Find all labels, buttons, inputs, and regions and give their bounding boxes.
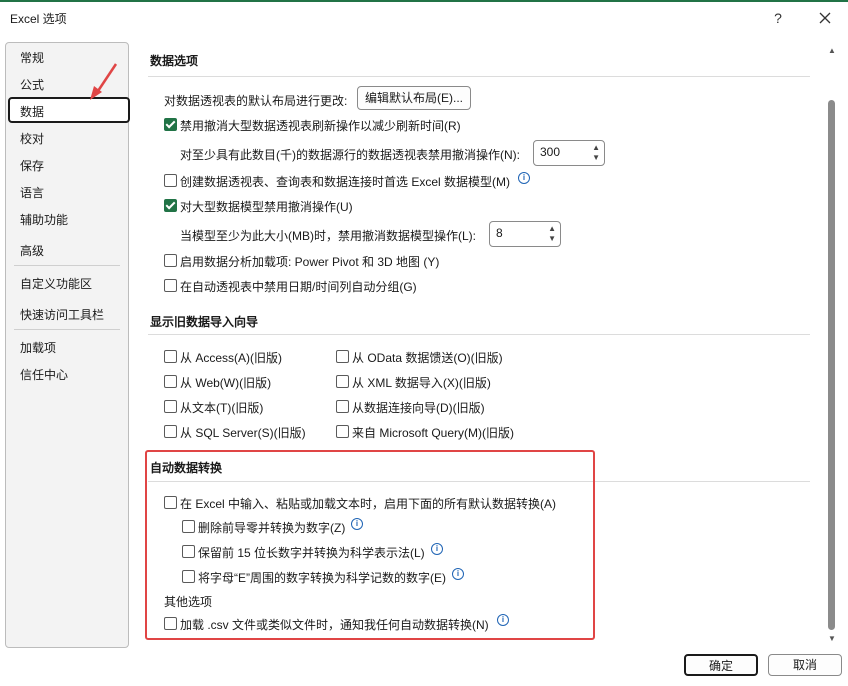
- model-size-label: 当模型至少为此大小(MB)时，禁用撤消数据模型操作(L):: [180, 229, 476, 243]
- spinner-up-icon[interactable]: ▲: [592, 143, 600, 152]
- red-arrow-annotation: [90, 63, 118, 100]
- vertical-scrollbar[interactable]: ▲ ▼: [826, 42, 838, 648]
- sidebar-item-save[interactable]: 保存: [20, 157, 44, 174]
- legacy-access-checkbox[interactable]: [164, 350, 177, 363]
- undo-rows-spinner[interactable]: 300 ▲ ▼: [533, 140, 605, 166]
- sidebar-item-proofing[interactable]: 校对: [20, 130, 44, 147]
- window-title: Excel 选项: [10, 12, 67, 26]
- sidebar-item-advanced[interactable]: 高级: [20, 242, 44, 259]
- spinner-down-icon[interactable]: ▼: [592, 153, 600, 162]
- sidebar: 常规 公式 数据 校对 保存 语言 辅助功能 高级 自定义功能区 快速访问工具栏…: [5, 42, 130, 648]
- undo-rows-label: 对至少具有此数目(千)的数据源行的数据透视表禁用撤消操作(N):: [180, 148, 520, 162]
- prefer-data-model-checkbox[interactable]: [164, 174, 177, 187]
- legacy-connection-label: 从数据连接向导(D)(旧版): [352, 401, 485, 415]
- close-icon: [819, 12, 831, 24]
- enable-analysis-addins-checkbox[interactable]: [164, 254, 177, 267]
- disable-autogroup-checkbox[interactable]: [164, 279, 177, 292]
- legacy-msquery-label: 来自 Microsoft Query(M)(旧版): [352, 426, 515, 440]
- scroll-down-icon[interactable]: ▼: [828, 634, 836, 643]
- spinner-down-icon[interactable]: ▼: [548, 234, 556, 243]
- undo-rows-value: 300: [540, 145, 561, 159]
- spinner-up-icon[interactable]: ▲: [548, 224, 556, 233]
- sidebar-item-customize-ribbon[interactable]: 自定义功能区: [20, 275, 92, 292]
- disable-undo-model-checkbox[interactable]: [164, 199, 177, 212]
- sidebar-item-quick-access-toolbar[interactable]: 快速访问工具栏: [20, 306, 104, 323]
- disable-undo-model-label: 对大型数据模型禁用撤消操作(U): [180, 200, 353, 214]
- red-highlight-box: [145, 450, 595, 640]
- legacy-odata-checkbox[interactable]: [336, 350, 349, 363]
- pivot-layout-label: 对数据透视表的默认布局进行更改:: [164, 94, 348, 108]
- sidebar-item-general[interactable]: 常规: [20, 49, 44, 66]
- section-divider: [148, 76, 810, 77]
- scrollbar-thumb[interactable]: [828, 100, 835, 630]
- edit-default-layout-button[interactable]: 编辑默认布局(E)...: [357, 86, 471, 110]
- enable-analysis-addins-label: 启用数据分析加载项: Power Pivot 和 3D 地图 (Y): [180, 255, 440, 269]
- info-icon[interactable]: i: [518, 172, 530, 184]
- legacy-xml-label: 从 XML 数据导入(X)(旧版): [352, 376, 491, 390]
- sidebar-item-data[interactable]: 数据: [20, 103, 44, 120]
- close-button[interactable]: [815, 8, 835, 28]
- legacy-odata-label: 从 OData 数据馈送(O)(旧版): [352, 351, 503, 365]
- cancel-button[interactable]: 取消: [768, 654, 842, 676]
- legacy-text-checkbox[interactable]: [164, 400, 177, 413]
- model-size-spinner[interactable]: 8 ▲ ▼: [489, 221, 561, 247]
- legacy-connection-checkbox[interactable]: [336, 400, 349, 413]
- sidebar-divider: [14, 329, 120, 330]
- legacy-xml-checkbox[interactable]: [336, 375, 349, 388]
- legacy-sql-label: 从 SQL Server(S)(旧版): [180, 426, 306, 440]
- disable-undo-pivot-checkbox[interactable]: [164, 118, 177, 131]
- legacy-msquery-checkbox[interactable]: [336, 425, 349, 438]
- help-button[interactable]: ?: [768, 8, 788, 28]
- sidebar-item-accessibility[interactable]: 辅助功能: [20, 211, 68, 228]
- disable-autogroup-label: 在自动透视表中禁用日期/时间列自动分组(G): [180, 280, 417, 294]
- sidebar-item-trust-center[interactable]: 信任中心: [20, 366, 68, 383]
- legacy-web-label: 从 Web(W)(旧版): [180, 376, 272, 390]
- legacy-text-label: 从文本(T)(旧版): [180, 401, 264, 415]
- sidebar-item-addins[interactable]: 加载项: [20, 339, 56, 356]
- sidebar-item-formulas[interactable]: 公式: [20, 76, 44, 93]
- ok-button[interactable]: 确定: [684, 654, 758, 676]
- scroll-up-icon[interactable]: ▲: [828, 46, 836, 55]
- disable-undo-pivot-label: 禁用撤消大型数据透视表刷新操作以减少刷新时间(R): [180, 119, 461, 133]
- sidebar-item-language[interactable]: 语言: [20, 184, 44, 201]
- section-title-legacy-wizards: 显示旧数据导入向导: [150, 315, 259, 329]
- legacy-web-checkbox[interactable]: [164, 375, 177, 388]
- title-bar: Excel 选项 ?: [0, 2, 848, 34]
- legacy-sql-checkbox[interactable]: [164, 425, 177, 438]
- section-title-data-options: 数据选项: [150, 54, 199, 68]
- section-divider: [148, 334, 810, 335]
- prefer-data-model-label: 创建数据透视表、查询表和数据连接时首选 Excel 数据模型(M): [180, 175, 511, 189]
- sidebar-divider: [14, 265, 120, 266]
- model-size-value: 8: [496, 226, 503, 240]
- legacy-access-label: 从 Access(A)(旧版): [180, 351, 283, 365]
